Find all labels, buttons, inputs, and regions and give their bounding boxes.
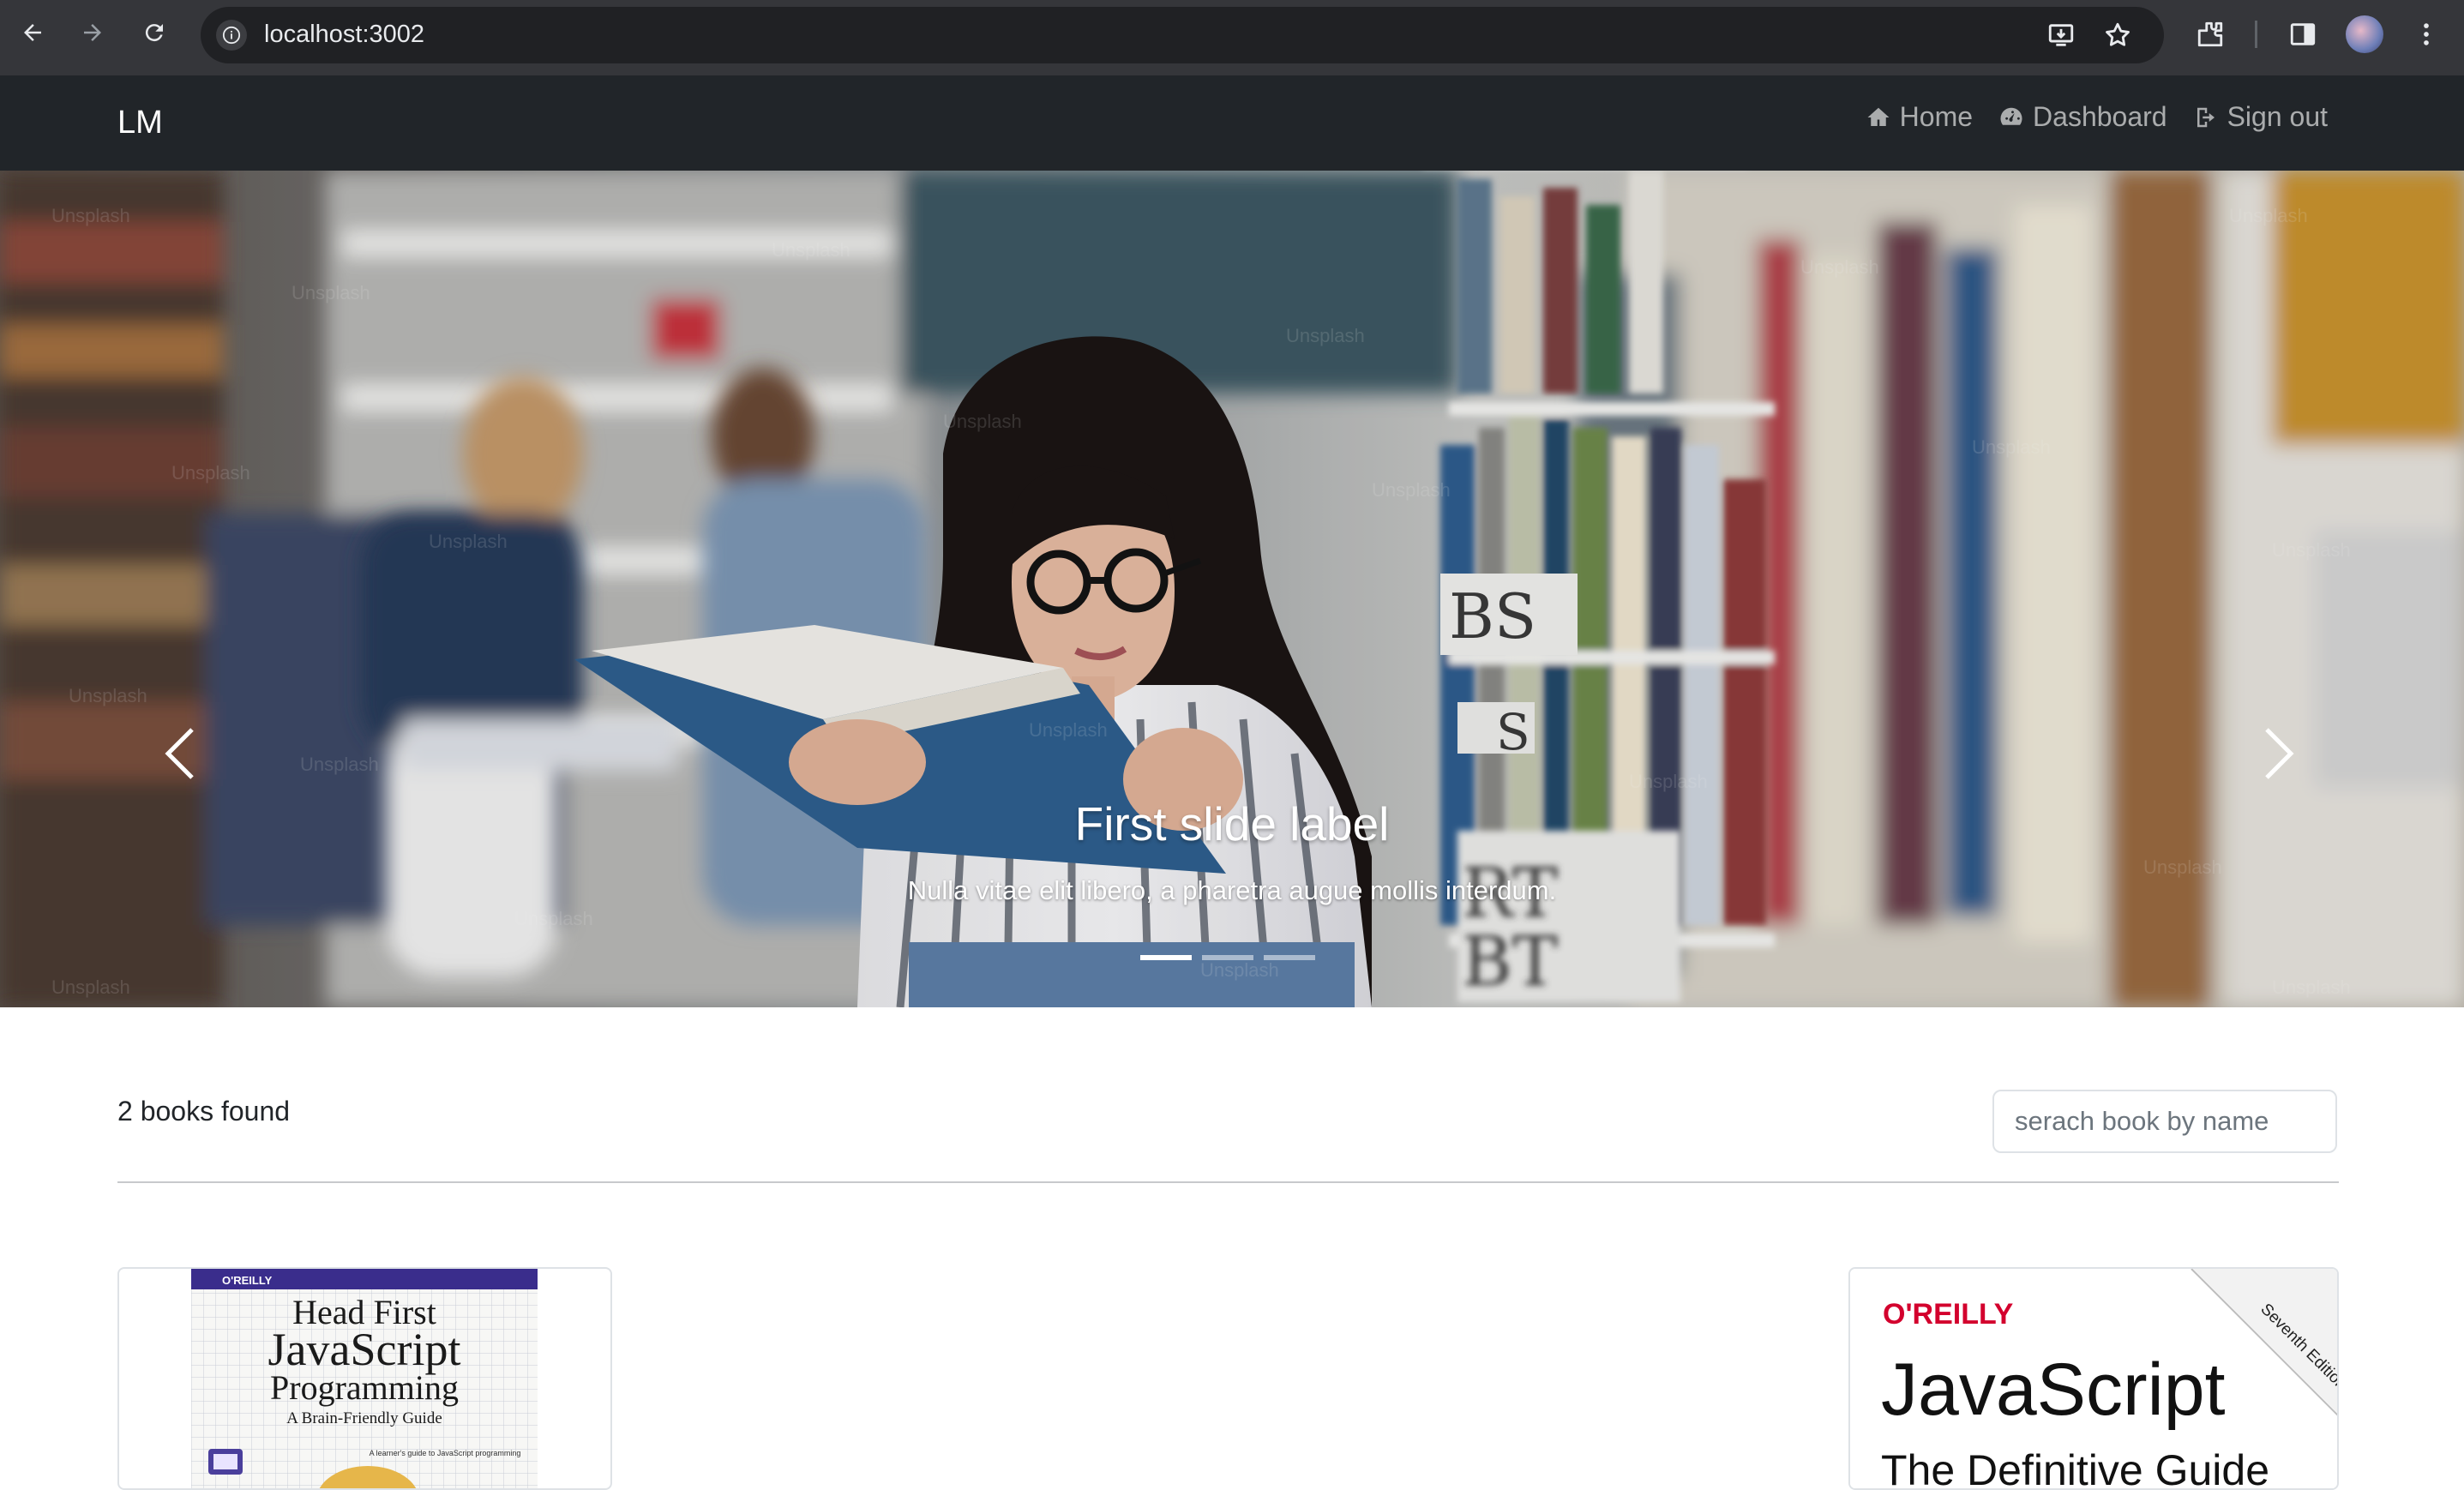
nav-dashboard-link[interactable]: Dashboard [1998, 101, 2167, 133]
bookmark-star-icon[interactable] [2099, 16, 2136, 54]
chevron-right-icon [2265, 728, 2294, 779]
profile-avatar[interactable] [2346, 15, 2383, 53]
books-found-count: 2 books found [117, 1096, 291, 1127]
nav-home-link[interactable]: Home [1866, 101, 1973, 133]
book-card[interactable]: O'REILLY Head First JavaScript Programmi… [117, 1267, 612, 1490]
cover-title-line2: JavaScript [268, 1324, 461, 1375]
hero-carousel: BS RT BT S Unsplash Unsplash Unsplash Un… [0, 171, 2464, 1007]
chevron-left-icon [165, 728, 194, 779]
reload-icon[interactable] [135, 14, 173, 51]
browser-toolbar: localhost:3002 [0, 0, 2464, 75]
section-divider [117, 1181, 2339, 1183]
slide-caption-title: First slide label [1074, 797, 1390, 850]
side-panel-icon[interactable] [2284, 15, 2322, 53]
nav-home-label: Home [1899, 101, 1974, 132]
cover-subtitle: The Definitive Guide [1881, 1446, 2269, 1490]
back-arrow-icon[interactable] [14, 14, 51, 51]
forward-arrow-icon[interactable] [74, 14, 111, 51]
book-cover-head-first: O'REILLY Head First JavaScript Programmi… [191, 1269, 538, 1488]
url-text: localhost:3002 [264, 21, 425, 48]
carousel-indicators [1140, 955, 1315, 960]
cover-title-line3: Programming [270, 1368, 459, 1407]
install-app-icon[interactable] [2042, 16, 2080, 54]
book-card[interactable]: O'REILLY Seventh Edition JavaScript The … [1848, 1267, 2339, 1490]
home-icon [1867, 107, 1890, 126]
nav-links: Home Dashboard Sign out [1866, 101, 2328, 133]
nav-signout-label: Sign out [2227, 101, 2328, 132]
cover-publisher: O'REILLY [1883, 1298, 2014, 1331]
sign-out-icon [2197, 107, 2215, 127]
toolbar-separator [2255, 21, 2257, 48]
cover-subtitle: A Brain-Friendly Guide [286, 1409, 442, 1427]
nav-signout-link[interactable]: Sign out [2193, 101, 2328, 133]
app-navbar: LM Home Dashboard Sign out [0, 75, 2464, 171]
brand-logo[interactable]: LM [117, 105, 163, 141]
extensions-puzzle-icon[interactable] [2191, 15, 2229, 53]
book-search-input[interactable] [1992, 1090, 2337, 1153]
cover-title: JavaScript [1881, 1349, 2226, 1431]
cover-blurb: A learner's guide to JavaScript programm… [370, 1449, 521, 1457]
slide-caption-text: Nulla vitae elit libero, a pharetra augu… [907, 875, 1557, 905]
address-bar[interactable]: localhost:3002 [201, 7, 2164, 63]
carousel-next-button[interactable] [2253, 719, 2305, 788]
cover-publisher: O'REILLY [222, 1274, 273, 1287]
carousel-prev-button[interactable] [154, 719, 206, 788]
site-info-icon[interactable] [216, 20, 247, 51]
nav-dashboard-label: Dashboard [2033, 101, 2167, 132]
dashboard-gauge-icon [2000, 107, 2022, 125]
book-cover-definitive-guide: O'REILLY Seventh Edition JavaScript The … [1850, 1269, 2337, 1490]
carousel-indicator[interactable] [1202, 955, 1253, 960]
carousel-indicator[interactable] [1140, 955, 1192, 960]
more-menu-icon[interactable] [2407, 15, 2445, 53]
carousel-indicator[interactable] [1264, 955, 1315, 960]
